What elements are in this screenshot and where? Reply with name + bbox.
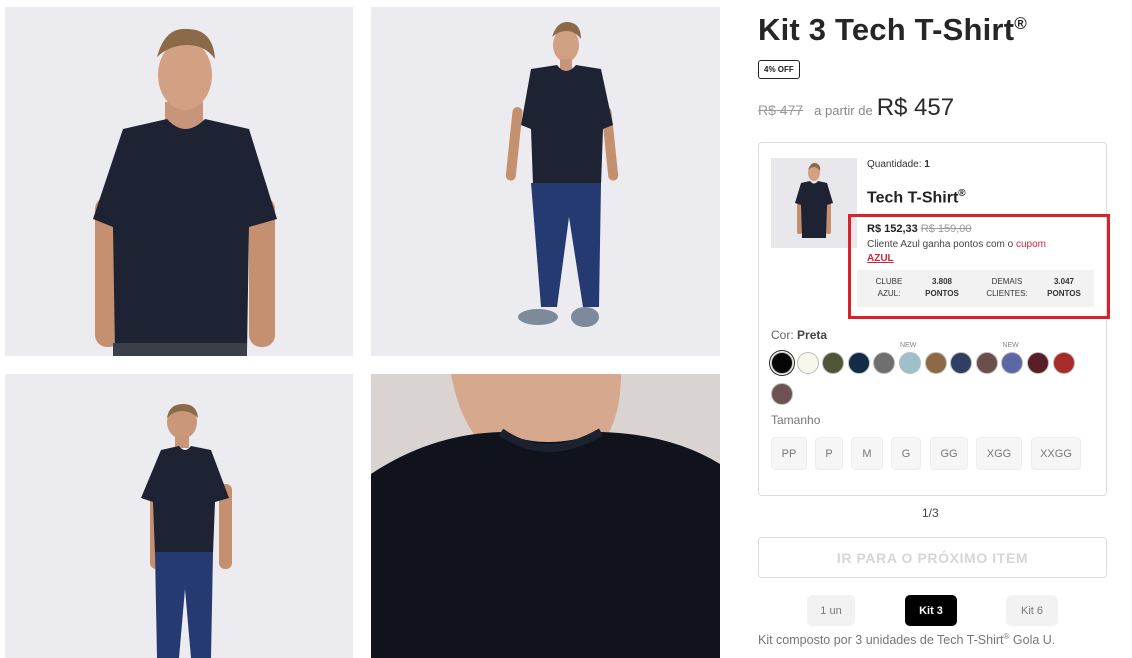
color-swatch[interactable] [796,352,819,374]
color-swatch[interactable] [975,352,998,374]
discount-badge: 4% OFF [758,60,800,79]
quantity-text: Quantidade: 1 [867,159,930,170]
color-swatch[interactable] [950,352,973,374]
item-thumbnail[interactable] [771,158,857,248]
product-photo-full-body[interactable] [371,7,720,356]
model-back-illustration [5,374,353,658]
size-option[interactable]: P [815,437,843,470]
from-label: a partir de [814,103,873,118]
product-photo-front[interactable] [5,7,353,356]
color-swatch[interactable] [771,383,793,405]
color-swatch[interactable] [873,352,896,374]
kit-option[interactable]: Kit 6 [1006,595,1058,626]
new-tag: NEW [1002,342,1019,349]
thumbnail-illustration [771,158,857,248]
new-tag: NEW [900,342,917,349]
kit-item-card: Quantidade: 1 Tech T-Shirt® CLUBE AZUL: 3… [758,142,1110,496]
size-option[interactable]: M [851,437,883,470]
price-row: R$ 477 a partir de R$ 457 [758,94,954,122]
old-price: R$ 477 [758,102,804,118]
product-photo-back[interactable] [5,374,353,658]
size-option[interactable]: PP [771,437,807,470]
item-name: Tech T-Shirt® [867,188,966,207]
kit-description: Kit composto por 3 unidades de Tech T-Sh… [758,632,1056,648]
color-swatch[interactable] [822,352,845,374]
color-swatch[interactable] [899,352,921,374]
size-option[interactable]: XGG [976,437,1022,470]
current-price: R$ 457 [876,94,955,121]
size-option[interactable]: G [891,437,921,470]
kit-option[interactable]: 1 un [807,595,855,626]
item-pager: 1/3 [922,506,939,520]
size-option[interactable]: GG [930,437,968,470]
color-swatch[interactable] [1001,352,1024,374]
kit-option[interactable]: Kit 3 [905,595,957,626]
color-swatch[interactable] [924,352,947,374]
collar-detail-illustration [371,374,720,658]
model-full-body-illustration [371,7,720,356]
color-swatch[interactable] [847,352,870,374]
size-option[interactable]: XXGG [1031,437,1081,470]
color-swatch[interactable] [1052,352,1075,374]
product-title: Kit 3 Tech T-Shirt® [758,12,1027,47]
model-front-illustration [5,7,353,356]
color-swatch[interactable] [771,352,793,374]
color-swatch[interactable] [1027,352,1049,374]
highlight-box [848,214,1110,319]
color-label: Cor: Preta [771,328,828,342]
product-photo-collar-detail[interactable] [371,374,720,658]
size-label: Tamanho [771,413,821,427]
next-item-button[interactable]: IR PARA O PRÓXIMO ITEM [758,537,1107,578]
